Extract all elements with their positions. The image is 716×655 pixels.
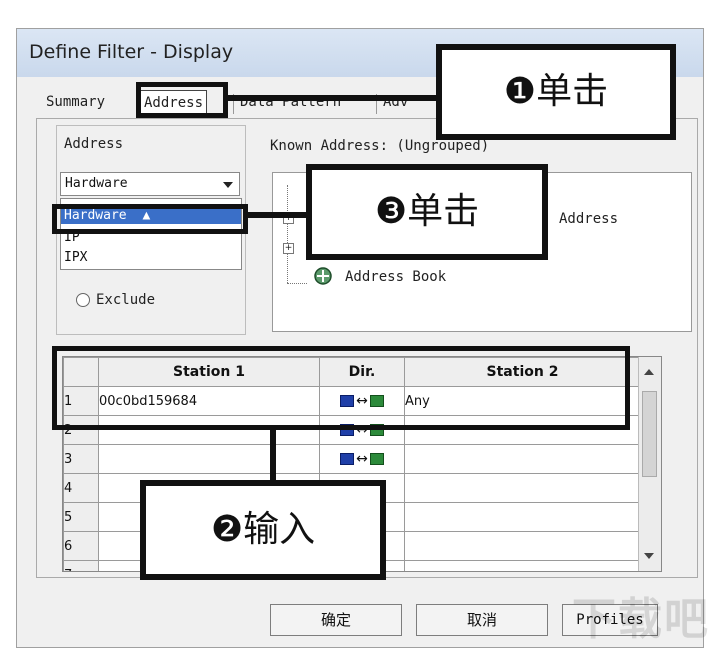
grid-vertical-scrollbar[interactable] <box>638 357 661 571</box>
tree-expand-icon[interactable]: + <box>283 243 294 254</box>
option-ipx[interactable]: IPX <box>64 249 87 266</box>
station2-cell[interactable] <box>404 531 641 561</box>
bidirectional-arrow-icon: ↔ <box>356 451 368 467</box>
connector-line <box>228 95 438 101</box>
ok-button[interactable]: 确定 <box>270 604 402 636</box>
station2-cell[interactable] <box>404 560 641 571</box>
row-number: 6 <box>63 531 99 561</box>
tab-advanced[interactable]: Adv <box>383 90 408 114</box>
connector-line <box>270 430 276 480</box>
highlight-hardware-option <box>52 204 248 234</box>
tab-data-pattern[interactable]: Data Pattern <box>240 90 341 114</box>
scroll-down-icon[interactable] <box>644 553 654 559</box>
connector-line <box>248 212 308 218</box>
row-number: 4 <box>63 473 99 503</box>
tree-item-address-book[interactable]: Address Book <box>345 269 446 285</box>
highlight-station-row <box>52 346 630 430</box>
callout-step1: ❶单击 <box>436 44 676 140</box>
tree-line <box>287 185 288 283</box>
exclude-radio[interactable] <box>76 293 90 307</box>
tree-item-address[interactable]: Address <box>559 211 618 227</box>
address-book-icon <box>314 267 332 285</box>
station2-cell[interactable] <box>404 473 641 503</box>
window-title: Define Filter - Display <box>29 41 234 63</box>
callout-step2: ❷输入 <box>140 480 386 580</box>
scroll-thumb[interactable] <box>642 391 657 477</box>
station2-cell[interactable] <box>404 502 641 532</box>
direction-cell[interactable]: ↔ <box>319 444 405 474</box>
known-address-label: Known Address: (Ungrouped) <box>270 138 490 154</box>
address-type-value: Hardware <box>65 176 128 191</box>
chevron-down-icon[interactable] <box>223 182 233 188</box>
station1-cell[interactable] <box>98 444 320 474</box>
callout-step3: ❸单击 <box>306 164 548 260</box>
row-number: 5 <box>63 502 99 532</box>
exclude-label: Exclude <box>96 292 156 308</box>
tab-summary[interactable]: Summary <box>46 90 105 114</box>
address-type-select[interactable]: Hardware <box>60 172 240 196</box>
row-number: 7 <box>63 560 99 571</box>
table-row[interactable]: 3 ↔ <box>63 444 641 474</box>
tree-line <box>287 283 307 284</box>
address-label: Address <box>64 136 124 152</box>
row-number: 3 <box>63 444 99 474</box>
watermark: 下载吧 <box>572 594 710 645</box>
computer-icon <box>369 453 384 465</box>
station2-cell[interactable] <box>404 444 641 474</box>
highlight-address-tab <box>136 82 228 118</box>
cancel-button[interactable]: 取消 <box>416 604 548 636</box>
computer-icon <box>340 453 355 465</box>
scroll-up-icon[interactable] <box>644 369 654 375</box>
